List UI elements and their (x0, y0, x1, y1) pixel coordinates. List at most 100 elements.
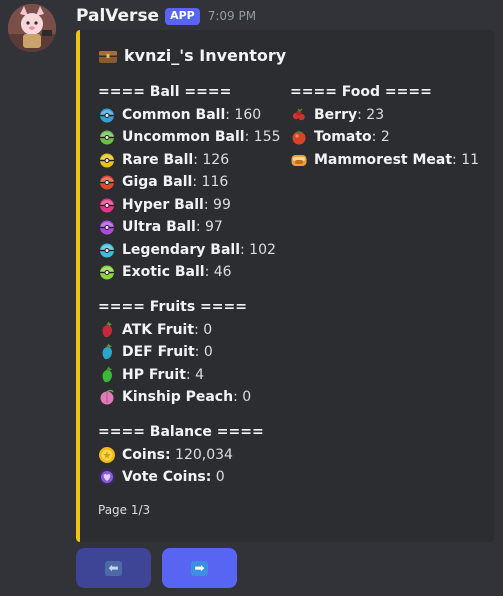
item-separator: : (203, 196, 214, 213)
vote-coin-icon (99, 469, 115, 486)
message-header: PalVerse APP 7:09 PM (76, 4, 256, 28)
right-arrow-icon: ➡ (191, 560, 208, 576)
item-name: Exotic Ball (122, 264, 205, 280)
inventory-item-row: Mammorest Meat: 11 (290, 149, 479, 172)
item-name: Berry (314, 106, 358, 123)
uncommon-ball-icon (100, 130, 114, 145)
bot-avatar[interactable] (8, 4, 56, 52)
inventory-item-row: Exotic Ball: 46 (98, 261, 281, 284)
item-quantity: 0 (203, 321, 213, 338)
inventory-embed: kvnzi_'s Inventory ==== Ball ==== Common… (76, 30, 494, 542)
item-name: Common Ball (122, 106, 226, 123)
inventory-item-row: Giga Ball: 116 (98, 171, 281, 194)
inventory-item-row: Ultra Ball: 97 (98, 216, 281, 239)
item-quantity: 116 (201, 174, 229, 190)
item-separator: : (204, 264, 214, 280)
common-ball-icon (100, 108, 114, 123)
mammorest-meat-icon (291, 154, 307, 166)
inventory-item-row: Rare Ball: 126 (98, 149, 281, 172)
rare-ball-icon (100, 153, 114, 168)
embed-title: kvnzi_'s Inventory (98, 46, 286, 65)
item-name: HP Fruit (122, 366, 186, 383)
item-separator: : (194, 344, 204, 360)
fruits-section: ==== Fruits ==== ATK Fruit: 0 DEF Fruit: … (98, 296, 251, 409)
item-separator: : (225, 106, 235, 123)
item-name: Hyper Ball (122, 196, 204, 213)
item-name: ATK Fruit (122, 321, 195, 338)
inventory-item-row: HP Fruit: 4 (98, 364, 251, 387)
item-name: Uncommon Ball (122, 129, 245, 145)
balance-section: ==== Balance ==== Coins: 120,034 Vote Coi… (98, 421, 264, 489)
hp-fruit-icon (102, 366, 112, 382)
item-separator: : (195, 219, 205, 235)
item-separator: : (185, 366, 196, 383)
item-separator: : (233, 389, 243, 405)
page-indicator: Page 1/3 (98, 503, 151, 517)
item-separator: : (452, 151, 462, 168)
item-quantity: 160 (234, 106, 262, 123)
item-separator: : (357, 106, 367, 123)
atk-fruit-icon (102, 321, 112, 337)
timestamp[interactable]: 7:09 PM (208, 9, 256, 23)
inventory-item-row: DEF Fruit: 0 (98, 341, 251, 364)
item-name: Kinship Peach (122, 389, 234, 405)
item-separator: : (194, 321, 204, 338)
item-quantity: 23 (366, 106, 385, 123)
inventory-item-row: Common Ball: 160 (98, 104, 281, 127)
item-quantity: 99 (213, 196, 231, 213)
inventory-item-row: Coins: 120,034 (98, 444, 264, 467)
item-name: DEF Fruit (122, 344, 195, 360)
item-name: Vote Coins: (122, 469, 212, 485)
berry-icon (292, 108, 305, 120)
inventory-item-row: Legendary Ball: 102 (98, 239, 281, 262)
app-badge: APP (165, 7, 200, 25)
item-quantity: 120,034 (175, 446, 233, 463)
item-quantity: 155 (253, 129, 281, 145)
item-name: Legendary Ball (122, 241, 240, 258)
avatar-image (8, 4, 56, 52)
ultra-ball-icon (100, 220, 114, 235)
ball-section-title: ==== Ball ==== (98, 84, 232, 100)
item-quantity: 102 (249, 241, 276, 258)
def-fruit-icon (102, 343, 112, 360)
item-quantity: 0 (215, 469, 225, 485)
item-name: Tomato (314, 129, 372, 145)
item-quantity: 0 (203, 344, 213, 360)
inventory-item-row: Berry: 23 (290, 104, 479, 127)
giga-ball-icon (100, 175, 114, 190)
item-quantity: 97 (204, 219, 223, 235)
balance-section-title: ==== Balance ==== (98, 424, 264, 440)
username[interactable]: PalVerse (76, 6, 159, 26)
item-separator: : (244, 129, 254, 145)
food-section: ==== Food ==== Berry: 23 Tomato: 2 Mammore… (290, 81, 479, 171)
kinship-peach-icon (100, 389, 114, 405)
item-separator: : (192, 174, 202, 190)
inventory-item-row: Vote Coins: 0 (98, 466, 264, 489)
next-page-button[interactable]: ➡ (162, 548, 237, 588)
item-separator: : (193, 151, 203, 168)
item-quantity: 4 (195, 366, 204, 383)
item-quantity: 46 (213, 264, 232, 280)
item-separator: : (240, 241, 250, 258)
exotic-ball-icon (100, 265, 114, 280)
item-separator: : (371, 129, 381, 145)
inventory-item-row: Tomato: 2 (290, 126, 479, 149)
coin-icon (99, 446, 115, 463)
previous-page-button[interactable]: ⬅ (76, 548, 151, 588)
chest-icon (99, 50, 117, 63)
item-name: Ultra Ball (122, 219, 196, 235)
tomato-icon (292, 131, 306, 145)
food-section-title: ==== Food ==== (290, 84, 432, 100)
left-arrow-icon: ⬅ (105, 560, 122, 576)
inventory-item-row: Hyper Ball: 99 (98, 194, 281, 217)
item-name: Rare Ball (122, 151, 194, 168)
inventory-item-row: Kinship Peach: 0 (98, 386, 251, 409)
item-quantity: 2 (380, 129, 390, 145)
item-name: Coins: (122, 446, 171, 463)
fruits-section-title: ==== Fruits ==== (98, 299, 247, 315)
item-quantity: 11 (461, 151, 480, 168)
hyper-ball-icon (100, 198, 114, 213)
embed-title-text: kvnzi_'s Inventory (124, 46, 287, 65)
item-quantity: 0 (242, 389, 252, 405)
item-quantity: 126 (202, 151, 230, 168)
